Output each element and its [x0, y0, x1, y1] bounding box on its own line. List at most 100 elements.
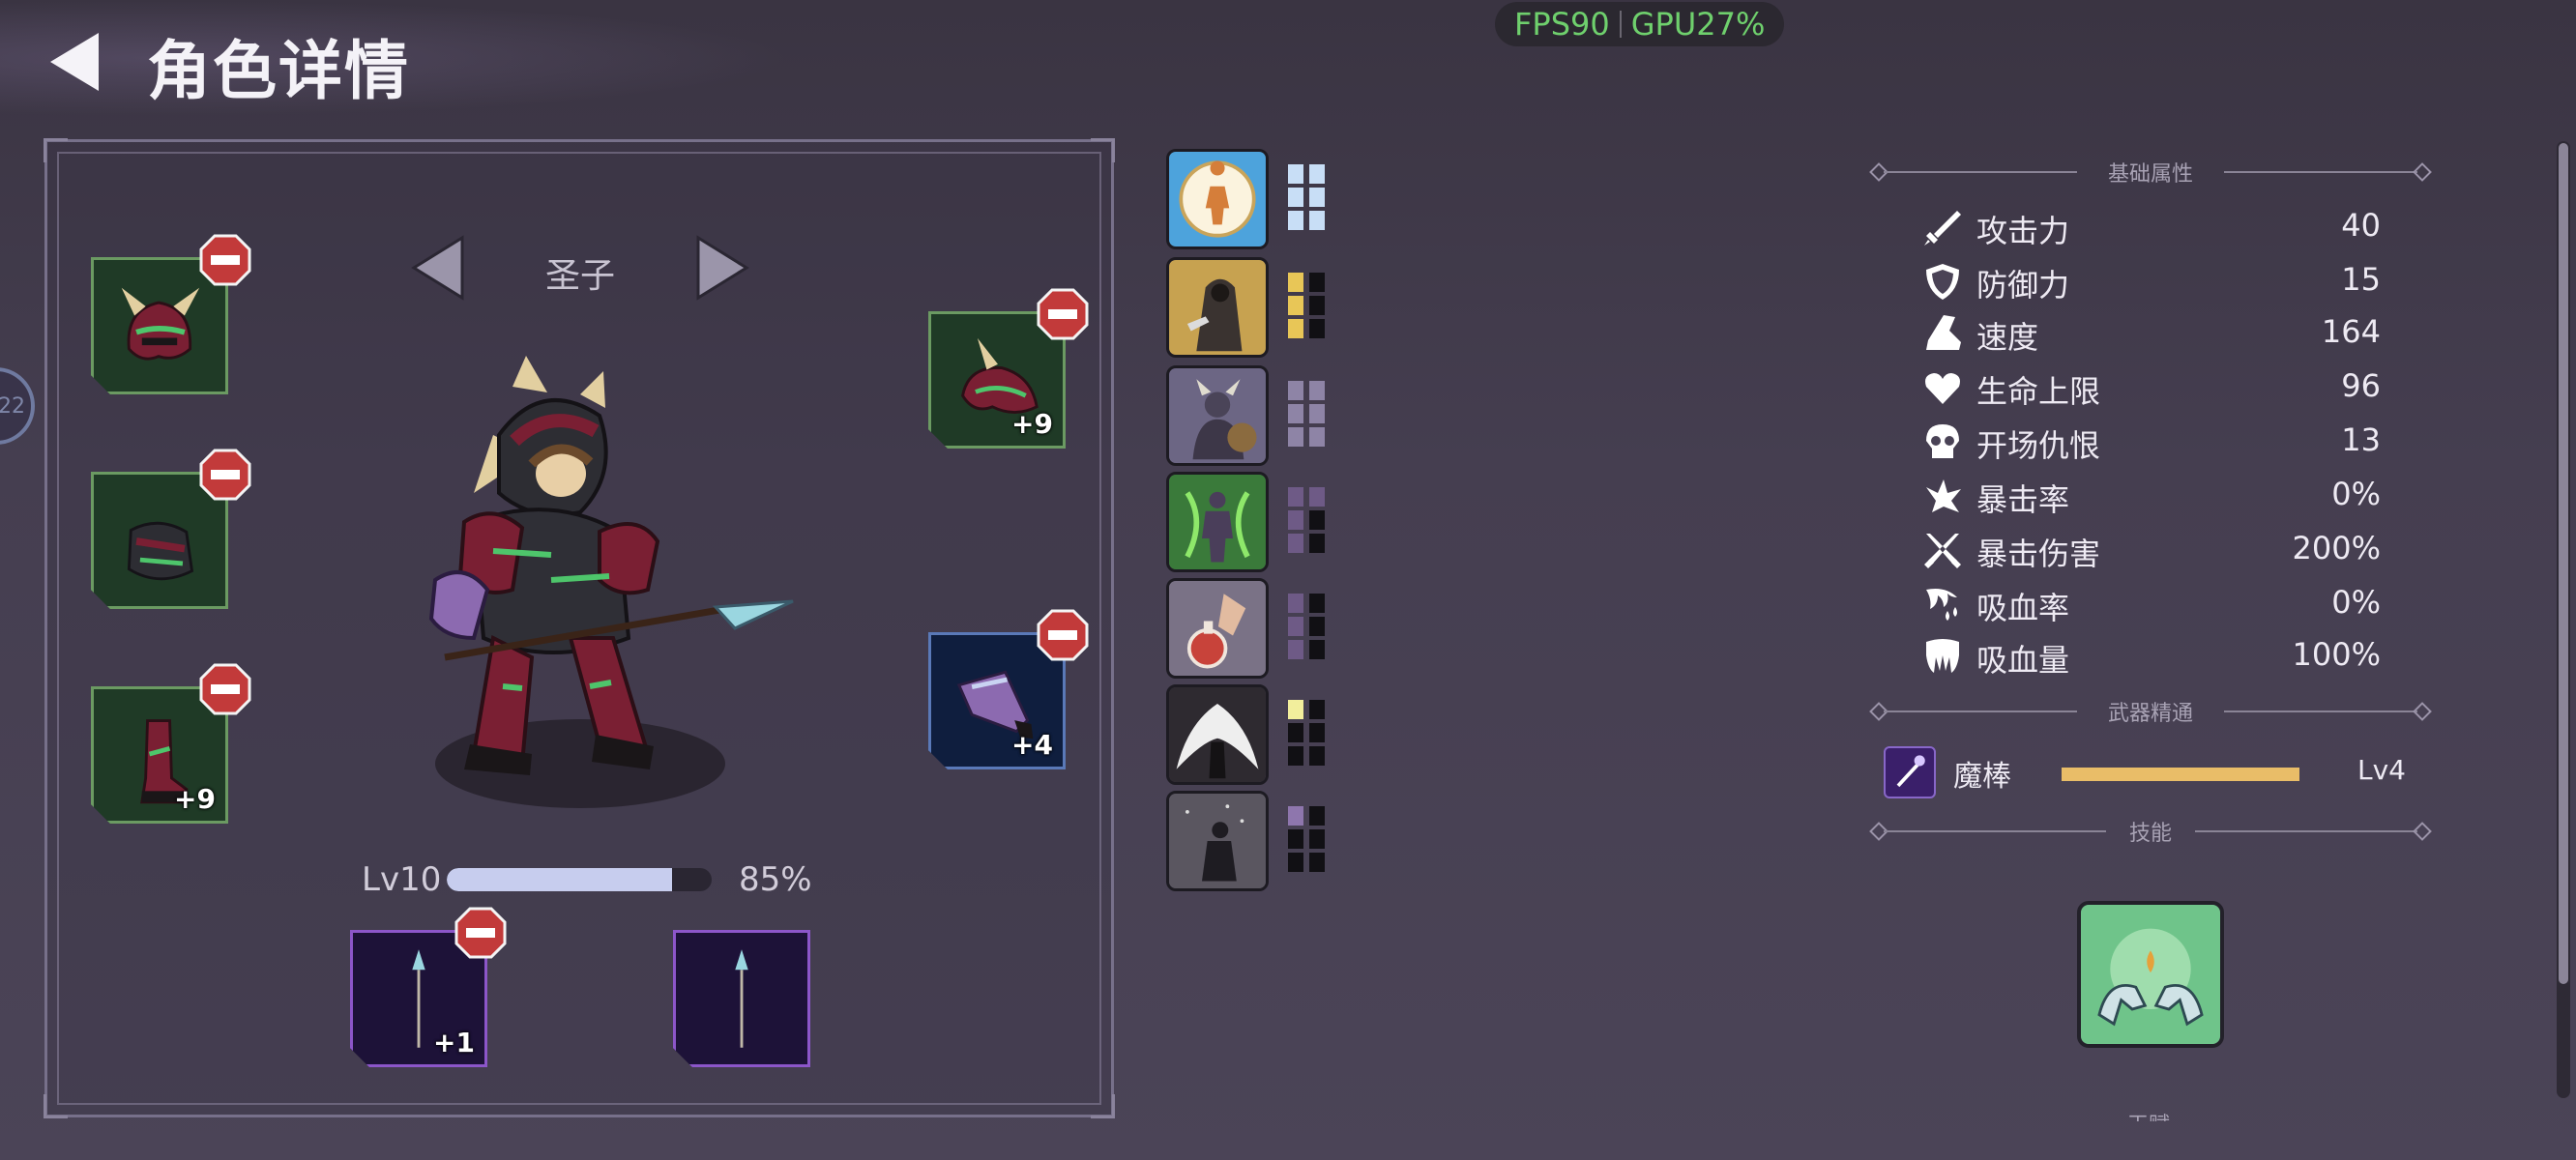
weapon-main-enhance-level: +1 — [433, 1027, 475, 1058]
stat-row-lifesteal-amount: 吸血量 100% — [1922, 632, 2381, 681]
trait-pip — [1309, 427, 1325, 447]
trait-pip — [1288, 829, 1303, 849]
trait-horned-warrior[interactable] — [1166, 365, 1269, 466]
rogue-dagger-icon — [1169, 260, 1266, 355]
weapon-slot-off[interactable] — [673, 930, 810, 1067]
shadow-figure-icon — [1169, 794, 1266, 888]
trait-pips — [1288, 381, 1325, 447]
stat-value: 164 — [2321, 313, 2381, 350]
crossed-swords-icon — [1924, 534, 1961, 568]
trait-pip — [1309, 853, 1325, 872]
stat-value: 0% — [2331, 476, 2381, 512]
winged-figure-icon — [1169, 687, 1266, 782]
section-divider-basic: 基础属性 — [1869, 162, 2432, 187]
exp-percent: 85% — [739, 860, 812, 899]
trait-pip — [1288, 723, 1303, 742]
trait-green-aura[interactable] — [1166, 472, 1269, 572]
trait-pip — [1288, 188, 1303, 207]
trait-pip — [1288, 211, 1303, 230]
trait-pips — [1288, 594, 1325, 659]
shoulder-enhance-level: +9 — [1011, 408, 1053, 440]
performance-overlay: FPS90 GPU27% — [1495, 2, 1785, 46]
overlay-separator — [1619, 11, 1622, 38]
stat-value: 0% — [2331, 584, 2381, 621]
trait-pip — [1309, 806, 1325, 826]
green-aura-figure-icon — [1169, 475, 1266, 569]
stat-name: 攻击力 — [1976, 213, 2070, 249]
stat-row-crit-damage: 暴击伤害 200% — [1922, 526, 2381, 574]
remove-gauntlet-button[interactable] — [1037, 609, 1089, 661]
character-portrait — [428, 356, 794, 808]
previous-character-button[interactable] — [410, 234, 468, 302]
sword-icon — [1924, 211, 1961, 246]
radiant-body-icon — [1169, 152, 1266, 246]
side-drawer-badge: 22 — [0, 393, 25, 419]
trait-radiant-body[interactable] — [1166, 149, 1269, 249]
side-drawer-handle[interactable]: 22 — [0, 367, 35, 445]
remove-weapon-button[interactable] — [454, 907, 507, 959]
trait-pip — [1288, 594, 1303, 613]
trait-pip — [1309, 296, 1325, 315]
panel-corner — [1091, 138, 1115, 162]
divider-line — [2224, 710, 2417, 712]
stat-name: 吸血率 — [1976, 590, 2070, 626]
trait-winged-figure[interactable] — [1166, 684, 1269, 785]
shield-icon — [1926, 264, 1959, 300]
trait-pip — [1309, 829, 1325, 849]
stat-value: 200% — [2292, 530, 2381, 566]
section-divider-skills: 技能 — [1869, 822, 2432, 846]
stat-name: 速度 — [1976, 319, 2039, 356]
trait-pip — [1309, 164, 1325, 184]
trait-pip — [1288, 296, 1303, 315]
divider-line — [2195, 830, 2417, 832]
trait-pips — [1288, 806, 1325, 872]
trait-pip — [1288, 700, 1303, 719]
remove-helmet-button[interactable] — [199, 234, 251, 286]
fangs-icon — [1926, 639, 1959, 673]
trait-potion-flask[interactable] — [1166, 578, 1269, 679]
scrollbar-thumb[interactable] — [2559, 143, 2568, 984]
trait-pip — [1309, 594, 1325, 613]
trait-pip — [1309, 404, 1325, 423]
stat-name: 防御力 — [1976, 267, 2070, 304]
next-section-title-cut: 天赋 — [2127, 1108, 2170, 1121]
weapon-mastery-level: Lv4 — [2357, 754, 2406, 786]
trait-rogue-dagger[interactable] — [1166, 257, 1269, 358]
back-arrow-icon[interactable] — [46, 31, 104, 93]
magic-wand-icon[interactable] — [1884, 746, 1936, 798]
boot-icon — [1926, 315, 1961, 350]
trait-pip — [1309, 746, 1325, 766]
panel-corner — [1091, 1094, 1115, 1118]
stat-name: 暴击伤害 — [1976, 536, 2101, 572]
remove-armor-button[interactable] — [199, 449, 251, 501]
stat-row-defense: 防御力 15 — [1922, 257, 2381, 305]
skull-icon — [1926, 424, 1959, 458]
trait-shadow-figure[interactable] — [1166, 791, 1269, 891]
spear-icon — [735, 949, 748, 1048]
page-title: 角色详情 — [147, 34, 410, 108]
remove-shoulder-button[interactable] — [1037, 288, 1089, 340]
next-character-button[interactable] — [692, 234, 750, 302]
stat-value: 40 — [2341, 207, 2381, 244]
trait-pip — [1309, 211, 1325, 230]
trait-pip — [1288, 164, 1303, 184]
trait-pip — [1288, 510, 1303, 530]
stat-name: 开场仇恨 — [1976, 427, 2101, 464]
stat-value: 96 — [2341, 367, 2381, 404]
section-divider-weapon-mastery: 武器精通 — [1869, 702, 2432, 726]
trait-pip — [1309, 319, 1325, 338]
remove-boots-button[interactable] — [199, 663, 251, 715]
stat-row-lifesteal-rate: 吸血率 0% — [1922, 580, 2381, 628]
horned-warrior-icon — [1169, 368, 1266, 463]
fps-readout: FPS90 — [1514, 6, 1610, 43]
stat-row-initial-threat: 开场仇恨 13 — [1922, 418, 2381, 466]
boots-enhance-level: +9 — [174, 783, 216, 815]
trait-pip — [1288, 427, 1303, 447]
crit-burst-icon — [1926, 479, 1961, 512]
trait-pip — [1288, 534, 1303, 553]
skill-slot[interactable] — [2077, 901, 2224, 1048]
trait-pip — [1309, 510, 1325, 530]
trait-pip — [1288, 404, 1303, 423]
divider-line — [2224, 171, 2417, 173]
trait-pips — [1288, 700, 1325, 766]
